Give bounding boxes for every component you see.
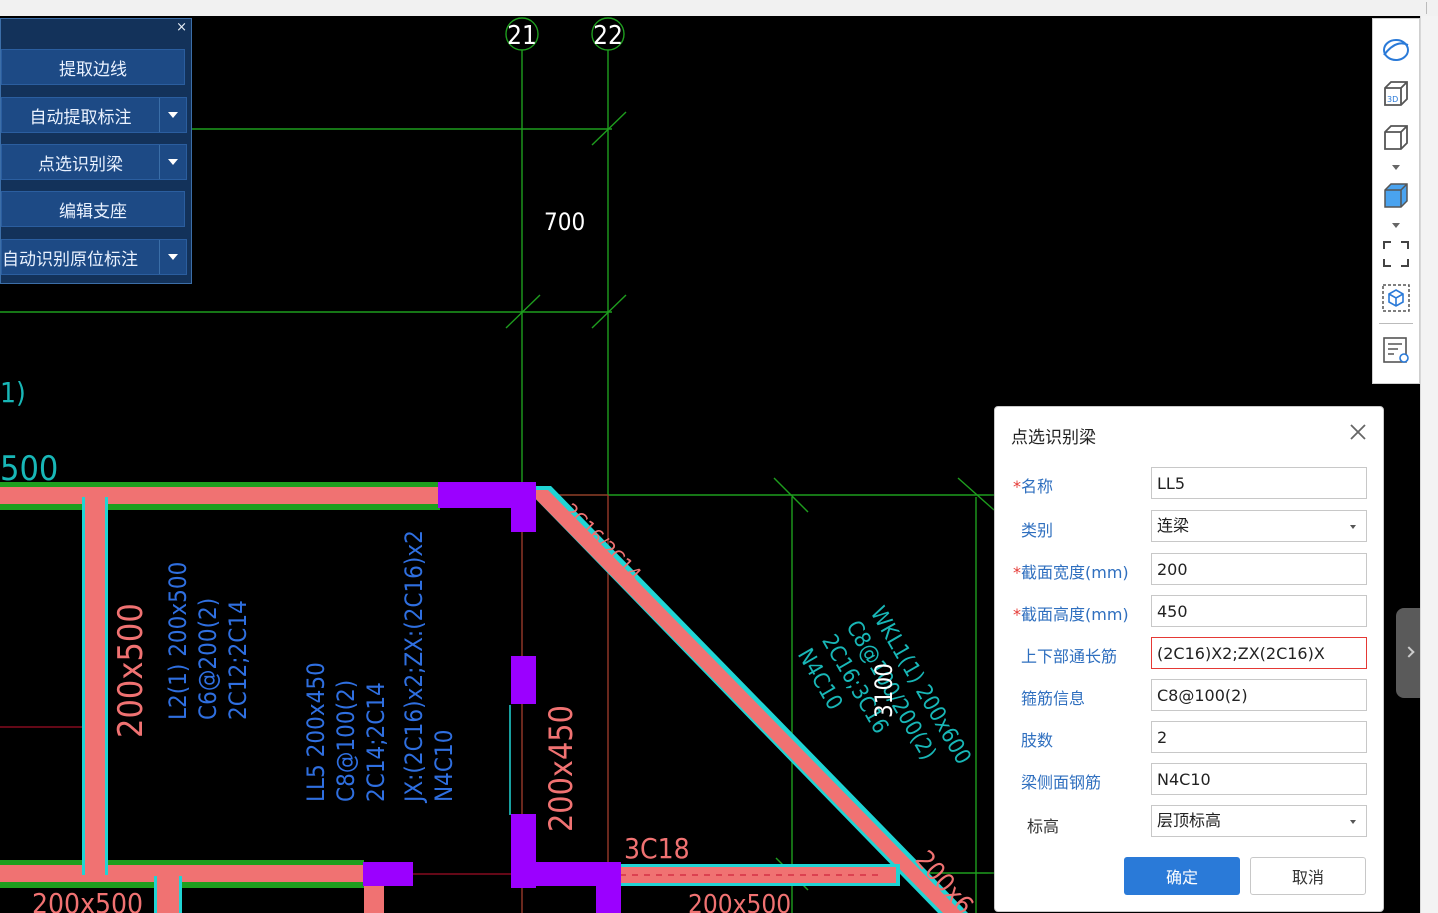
extract-edge-label: 提取边线	[59, 59, 127, 80]
close-icon[interactable]	[1347, 421, 1369, 443]
stirrup-label: 箍筋信息	[1021, 689, 1086, 708]
beam-ll5-line-3: 2C14;2C14	[362, 682, 390, 802]
side-panel-toggle[interactable]	[1396, 608, 1420, 698]
axis-label-21: 21	[507, 21, 537, 51]
beam-l2-line-1: L2(1) 200x500	[164, 562, 192, 720]
dimension-700: 700	[544, 208, 585, 236]
beam-annotation-ll5: LL5 200x450 C8@100(2) 2C14;2C14	[302, 662, 390, 802]
cancel-button[interactable]: 取消	[1250, 857, 1366, 895]
chevron-down-icon	[1350, 525, 1356, 529]
beam-jx-line-2: N4C10	[430, 730, 458, 802]
beam-l2-line-2: C6@200(2)	[194, 598, 222, 720]
beam-recognition-panel: × 提取边线 自动提取标注 点选识别梁 编辑支座 自动识别原位标注	[0, 18, 192, 284]
partial-label-500: 500	[0, 449, 58, 489]
view-3d-icon[interactable]: 3D	[1381, 79, 1411, 109]
edit-support-label: 编辑支座	[59, 201, 127, 222]
legs-input[interactable]	[1151, 721, 1367, 753]
chevron-down-icon[interactable]	[159, 240, 186, 274]
beam-size-200x500: 200x500	[111, 603, 151, 738]
beam-ll5-line-1: LL5 200x450	[302, 662, 330, 802]
beam-size-200x450: 200x450	[542, 705, 580, 832]
name-input[interactable]	[1151, 467, 1367, 499]
chevron-down-icon[interactable]	[159, 98, 186, 132]
name-label: *名称	[1013, 473, 1053, 497]
auto-extract-annotation-button[interactable]: 自动提取标注	[1, 97, 187, 133]
elevation-label: 标高	[1027, 817, 1060, 836]
edit-support-button[interactable]: 编辑支座	[1, 191, 185, 227]
beam-size-bottom-left: 200x500	[32, 887, 143, 913]
extract-edge-button[interactable]: 提取边线	[1, 49, 185, 85]
required-mark: *	[1013, 477, 1021, 496]
point-select-beam-label: 点选识别梁	[38, 154, 123, 175]
dialog-title: 点选识别梁	[1011, 428, 1096, 448]
select-box-icon[interactable]	[1381, 283, 1411, 313]
properties-icon[interactable]	[1381, 335, 1411, 365]
title-bar-separator	[1426, 2, 1427, 14]
type-select[interactable]: 连梁	[1151, 510, 1367, 542]
beam-ll5-line-2: C8@100(2)	[332, 680, 360, 802]
axis-label-22: 22	[593, 21, 623, 51]
beam-size-bottom-mid: 200x500	[688, 890, 791, 913]
dimension-3100: 3100	[870, 663, 898, 718]
caret-down-icon[interactable]	[1392, 165, 1400, 170]
panel-close-button[interactable]: ×	[176, 20, 187, 36]
title-bar	[0, 0, 1438, 17]
height-label-text: 截面高度(mm)	[1021, 605, 1129, 624]
svg-text:3D: 3D	[1387, 95, 1398, 104]
orbit-icon[interactable]	[1381, 35, 1411, 65]
auto-recognize-in-situ-label: 自动识别原位标注	[2, 249, 138, 270]
top-bottom-rebar-label: 上下部通长筋	[1021, 647, 1118, 666]
point-select-beam-button[interactable]: 点选识别梁	[1, 144, 187, 180]
right-scroll-track	[1420, 16, 1438, 913]
required-mark: *	[1013, 563, 1021, 582]
point-select-beam-dialog: 点选识别梁 *名称 类别 连梁 *截面宽度(mm) *截面高度(mm) 上下部通…	[994, 406, 1384, 912]
width-input[interactable]	[1151, 553, 1367, 585]
caret-down-icon[interactable]	[1392, 223, 1400, 228]
side-rebar-label: 梁侧面钢筋	[1021, 773, 1102, 792]
legs-label: 肢数	[1021, 731, 1054, 750]
type-select-value: 连梁	[1157, 516, 1190, 535]
rebar-3c18: 3C18	[624, 832, 690, 865]
auto-recognize-in-situ-button[interactable]: 自动识别原位标注	[1, 239, 187, 275]
name-label-text: 名称	[1021, 477, 1054, 496]
beam-l2-line-3: 2C12;2C14	[224, 600, 252, 720]
view-toolbar: 3D	[1372, 18, 1420, 384]
partial-label-1: 1)	[0, 376, 26, 409]
width-label-text: 截面宽度(mm)	[1021, 563, 1129, 582]
auto-extract-annotation-label: 自动提取标注	[29, 107, 132, 128]
required-mark: *	[1013, 605, 1021, 624]
top-bottom-rebar-input[interactable]	[1151, 637, 1367, 669]
type-label: 类别	[1021, 521, 1054, 540]
cube-wireframe-icon[interactable]	[1381, 123, 1411, 153]
chevron-down-icon[interactable]	[159, 145, 186, 179]
side-rebar-input[interactable]	[1151, 763, 1367, 795]
elevation-select[interactable]: 层顶标高	[1151, 805, 1367, 837]
width-label: *截面宽度(mm)	[1013, 559, 1129, 583]
chevron-down-icon	[1350, 820, 1356, 824]
stirrup-input[interactable]	[1151, 679, 1367, 711]
height-label: *截面高度(mm)	[1013, 601, 1129, 625]
elevation-select-value: 层顶标高	[1157, 811, 1222, 830]
beam-jx-line-1: JX:(2C16)x2;ZX:(2C16)x2	[400, 530, 428, 804]
height-input[interactable]	[1151, 595, 1367, 627]
confirm-button[interactable]: 确定	[1124, 857, 1240, 895]
toolbar-divider	[1379, 323, 1413, 324]
cube-solid-icon[interactable]	[1381, 181, 1411, 211]
fit-view-icon[interactable]	[1381, 239, 1411, 269]
